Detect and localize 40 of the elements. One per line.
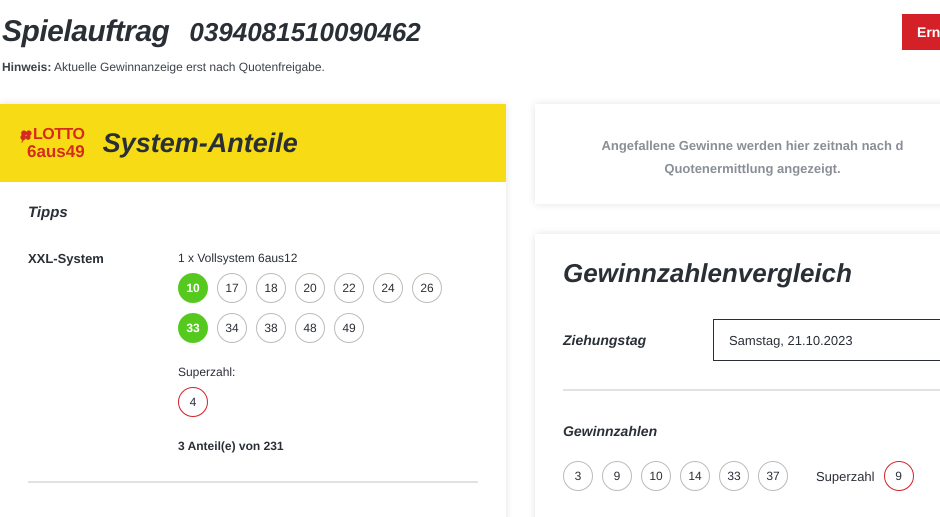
number-ball: 10 [641,461,671,491]
system-text: 1 x Vollsystem 6aus12 [178,251,298,265]
number-ball: 22 [334,273,364,303]
section-title: Tipps [28,204,69,221]
number-ball: 38 [256,313,286,343]
number-ball: 14 [680,461,710,491]
number-ball: 20 [295,273,325,303]
number-ball: 18 [256,273,286,303]
card-title: Gewinnzahlenvergleich [563,258,853,289]
superzahl-ball: 9 [884,461,914,491]
field-label: Ziehungstag [563,332,648,348]
superzahl-label: Superzahl [816,468,875,484]
action-button[interactable]: Ern [902,14,940,50]
tip-label: XXL-System [28,251,105,268]
number-ball: 26 [412,273,442,303]
logo-text: LOTTO [33,126,85,142]
number-ball: 34 [217,313,247,343]
section-title: Gewinnzahlen [563,423,658,439]
clover-icon [19,128,33,142]
logo-subtext: 6aus49 [27,142,85,160]
superzahl-ball: 4 [178,387,208,417]
page-title: Spielauftrag [2,15,170,49]
number-ball: 3 [563,461,593,491]
card-title: System-Anteile [102,128,298,158]
notice-text: Quotenermittlung angezeigt. [663,160,842,178]
number-ball: 24 [373,273,403,303]
number-ball: 9 [602,461,632,491]
hint-text: Hinweis: Aktuelle Gewinnanzeige erst nach Quotenfreigabe. [2,60,326,74]
superzahl-label: Superzahl: [178,365,236,379]
date-field[interactable]: Samstag, 21.10.2023 [713,319,940,361]
number-ball: 48 [295,313,325,343]
number-ball: 17 [217,273,247,303]
shares-text: 3 Anteil(e) von 231 [178,439,285,453]
notice-text: Angefallene Gewinne werden hier zeitnah nach d [600,137,904,155]
number-ball: 33 [178,313,208,343]
number-ball: 37 [758,461,788,491]
order-number: 0394081510090462 [189,17,421,48]
number-ball: 10 [178,273,208,303]
number-ball: 49 [334,313,364,343]
number-ball: 33 [719,461,749,491]
